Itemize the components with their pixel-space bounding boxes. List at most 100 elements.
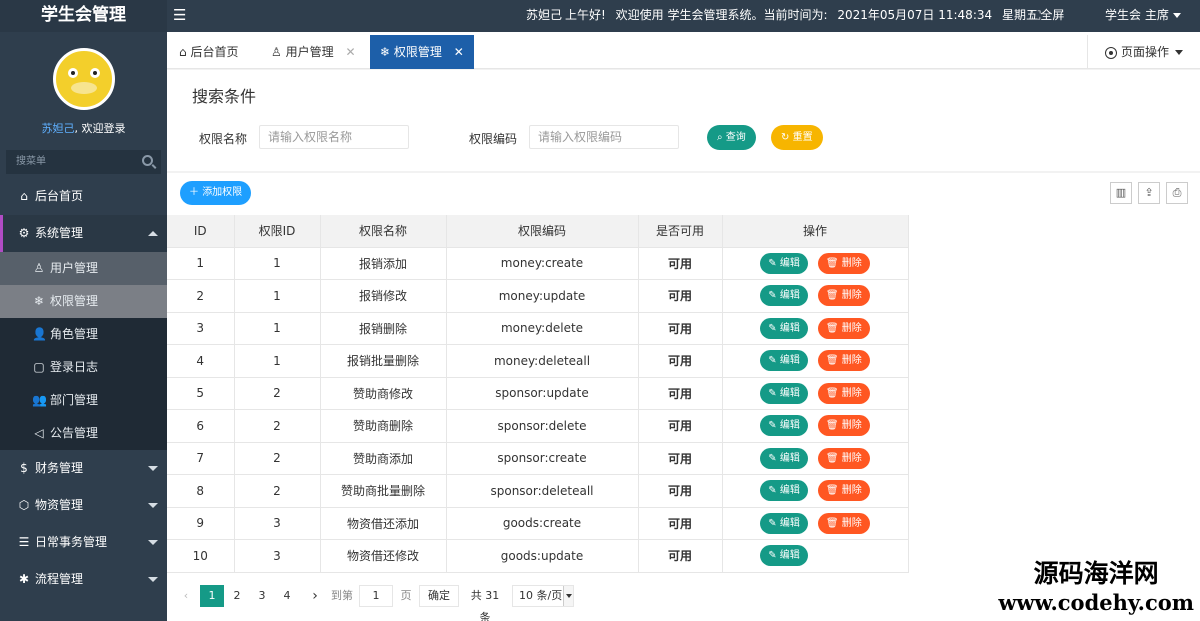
sidebar-subitem[interactable]: ▢ 登录日志 xyxy=(0,351,167,384)
edit-button[interactable]: ✎ 编辑 xyxy=(760,512,808,534)
trash-icon: 🗑 xyxy=(825,355,839,367)
add-permission-button[interactable]: ＋ 添加权限 xyxy=(180,181,252,205)
avatar[interactable] xyxy=(52,48,115,110)
cell-id: 10 xyxy=(167,539,235,573)
goto-page-input[interactable]: 1 xyxy=(359,585,393,607)
table-row[interactable]: 5 2 赞助商修改 sponsor:update 可用 ✎ 编辑 🗑 删除 xyxy=(167,377,909,410)
delete-button[interactable]: 🗑 删除 xyxy=(817,252,870,274)
close-icon[interactable]: ✕ xyxy=(454,45,464,59)
table-row[interactable]: 3 1 报销删除 money:delete 可用 ✎ 编辑 🗑 删除 xyxy=(167,312,909,345)
tab-home[interactable]: ⌂ 后台首页 xyxy=(169,35,248,69)
table-row[interactable]: 2 1 报销修改 money:update 可用 ✎ 编辑 🗑 删除 xyxy=(167,279,909,313)
edit-button[interactable]: ✎ 编辑 xyxy=(760,252,808,274)
total-count: 共 31 条 xyxy=(470,589,500,621)
trash-icon: 🗑 xyxy=(825,257,839,269)
delete-button[interactable]: 🗑 删除 xyxy=(817,447,870,469)
tab-permission-management[interactable]: ❄ 权限管理 ✕ xyxy=(370,35,474,69)
permission-name-input[interactable] xyxy=(259,125,409,149)
trash-icon: 🗑 xyxy=(825,485,839,497)
delete-button[interactable]: 🗑 删除 xyxy=(817,512,870,534)
goto-confirm-button[interactable]: 确定 xyxy=(419,585,459,607)
column-header[interactable]: 权限编码 xyxy=(446,215,639,248)
search-icon[interactable] xyxy=(142,155,153,166)
hamburger-icon[interactable]: ☰ xyxy=(173,0,186,30)
edit-button[interactable]: ✎ 编辑 xyxy=(760,447,808,469)
cell-permission-code: sponsor:create xyxy=(446,442,639,475)
cell-id: 5 xyxy=(167,377,235,410)
table-row[interactable]: 10 3 物资借还修改 goods:update 可用 ✎ 编辑 xyxy=(167,539,909,573)
sidebar-item[interactable]: ⚙ 系统管理 xyxy=(0,215,167,252)
page-unit-label: 页 xyxy=(400,589,412,602)
sidebar-item[interactable]: $ 财务管理 xyxy=(0,450,167,487)
menu-search-input[interactable]: 搜菜单 xyxy=(6,150,161,174)
fullscreen-button[interactable]: ⛶全屏 xyxy=(1032,0,1064,30)
page-1[interactable]: 1 xyxy=(200,585,224,607)
sidebar-item[interactable]: ⬡ 物资管理 xyxy=(0,487,167,524)
column-header[interactable]: 权限名称 xyxy=(320,215,447,248)
sidebar-subitem[interactable]: ❄ 权限管理 xyxy=(0,285,167,318)
columns-icon[interactable]: ▥ xyxy=(1110,182,1132,204)
permission-code-input[interactable] xyxy=(529,125,679,149)
table-row[interactable]: 1 1 报销添加 money:create 可用 ✎ 编辑 🗑 删除 xyxy=(167,247,909,280)
page-2[interactable]: 2 xyxy=(225,585,249,607)
print-icon[interactable]: ⎙ xyxy=(1166,182,1188,204)
delete-button[interactable]: 🗑 删除 xyxy=(817,350,870,372)
edit-button[interactable]: ✎ 编辑 xyxy=(760,350,808,372)
table-row[interactable]: 8 2 赞助商批量删除 sponsor:deleteall 可用 ✎ 编辑 🗑 删除 xyxy=(167,474,909,508)
delete-button[interactable]: 🗑 删除 xyxy=(817,415,870,437)
sidebar-item[interactable]: ⌂ 后台首页 xyxy=(0,178,167,215)
sidebar-subitem[interactable]: ◁ 公告管理 xyxy=(0,417,167,450)
sidebar-subitem-label: 部门管理 xyxy=(50,393,99,407)
column-header[interactable]: 权限ID xyxy=(234,215,321,248)
edit-button[interactable]: ✎ 编辑 xyxy=(760,285,808,307)
search-title: 搜索条件 xyxy=(192,87,257,106)
table-row[interactable]: 7 2 赞助商添加 sponsor:create 可用 ✎ 编辑 🗑 删除 xyxy=(167,442,909,475)
sidebar-subitem[interactable]: 👤 角色管理 xyxy=(0,318,167,351)
cell-permission-code: sponsor:deleteall xyxy=(446,474,639,508)
delete-button[interactable]: 🗑 删除 xyxy=(817,285,870,307)
sidebar-item[interactable]: ☰ 日常事务管理 xyxy=(0,524,167,561)
username-link[interactable]: 苏妲己 xyxy=(42,122,75,135)
pencil-icon: ✎ xyxy=(768,387,777,399)
edit-button[interactable]: ✎ 编辑 xyxy=(760,415,808,437)
column-header[interactable]: ID xyxy=(167,215,235,248)
edit-button[interactable]: ✎ 编辑 xyxy=(760,382,808,404)
search-button[interactable]: ⌕ 查询 xyxy=(707,125,756,150)
edit-button[interactable]: ✎ 编辑 xyxy=(760,317,808,339)
sidebar-subitem[interactable]: 👥 部门管理 xyxy=(0,384,167,417)
cell-permission-name: 报销批量删除 xyxy=(320,344,447,378)
delete-button[interactable]: 🗑 删除 xyxy=(817,317,870,339)
reset-button[interactable]: ↻ 重置 xyxy=(771,125,823,150)
next-page-icon[interactable]: › xyxy=(308,585,322,607)
cell-enabled: 可用 xyxy=(638,279,723,313)
refresh-icon: ↻ xyxy=(781,132,790,143)
edit-button[interactable]: ✎ 编辑 xyxy=(760,545,808,567)
delete-button[interactable]: 🗑 删除 xyxy=(817,382,870,404)
export-icon[interactable]: ⇪ xyxy=(1138,182,1160,204)
table-row[interactable]: 9 3 物资借还添加 goods:create 可用 ✎ 编辑 🗑 删除 xyxy=(167,507,909,540)
goto-label: 到第 xyxy=(331,589,353,602)
submenu: ♙ 用户管理 ❄ 权限管理 👤 角色管理 ▢ 登录日志 👥 部门管理 ◁ 公告管理 xyxy=(0,252,167,450)
prev-page-icon[interactable]: ‹ xyxy=(179,585,193,607)
page-operations-menu[interactable]: 页面操作 xyxy=(1087,35,1200,69)
welcome-text: 苏妲己, 欢迎登录 xyxy=(41,122,126,135)
user-menu[interactable]: 学生会 主席 xyxy=(1105,0,1181,30)
column-header[interactable]: 是否可用 xyxy=(638,215,723,248)
edit-button[interactable]: ✎ 编辑 xyxy=(760,480,808,502)
flow-icon: ✱ xyxy=(18,572,30,586)
sidebar-item[interactable]: ✱ 流程管理 xyxy=(0,561,167,598)
table-row[interactable]: 6 2 赞助商删除 sponsor:delete 可用 ✎ 编辑 🗑 删除 xyxy=(167,409,909,443)
cell-permission-name: 报销删除 xyxy=(320,312,447,345)
close-icon[interactable]: ✕ xyxy=(345,45,355,59)
pencil-icon: ✎ xyxy=(768,290,777,302)
page-3[interactable]: 3 xyxy=(250,585,274,607)
table-row[interactable]: 4 1 报销批量删除 money:deleteall 可用 ✎ 编辑 🗑 删除 xyxy=(167,344,909,378)
page-4[interactable]: 4 xyxy=(275,585,299,607)
delete-button[interactable]: 🗑 删除 xyxy=(817,480,870,502)
page-size-select[interactable]: 10 条/页 xyxy=(512,585,574,607)
tab-user-management[interactable]: ♙ 用户管理 ✕ xyxy=(261,35,366,69)
cell-enabled: 可用 xyxy=(638,344,723,378)
cell-actions: ✎ 编辑 🗑 删除 xyxy=(722,507,909,540)
gear-icon: ⚙ xyxy=(18,226,30,240)
sidebar-subitem[interactable]: ♙ 用户管理 xyxy=(0,252,167,285)
